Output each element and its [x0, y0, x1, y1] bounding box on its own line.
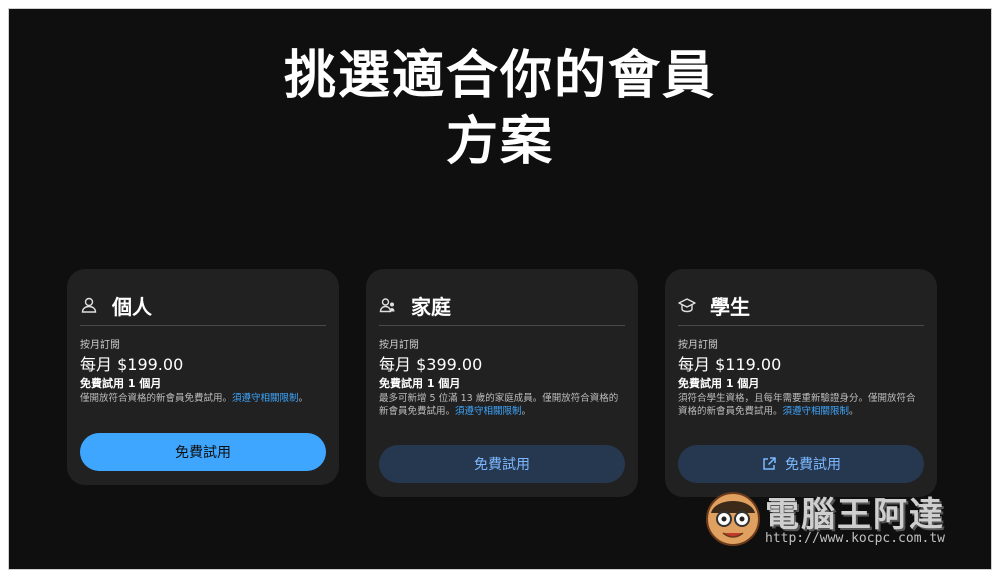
plan-price: 每月 $399.00 — [379, 355, 483, 374]
restrictions-link[interactable]: 須遵守相關限制 — [783, 406, 850, 417]
watermark-brand: 電腦王阿達 — [765, 495, 945, 535]
external-link-icon — [761, 456, 777, 472]
plan-details: 按月訂閱 每月 $199.00 免費試用 1 個月 僅開放符合資格的新會員免費試… — [80, 339, 326, 405]
person-icon — [80, 296, 98, 314]
plan-name: 個人 — [112, 294, 152, 319]
plan-note: 僅開放符合資格的新會員免費試用。須遵守相關限制。 — [80, 392, 326, 405]
family-icon — [379, 296, 397, 314]
divider — [678, 325, 924, 326]
free-trial-button[interactable]: 免費試用 — [80, 433, 326, 471]
plan-price: 每月 $119.00 — [678, 355, 782, 374]
plan-card-header: 家庭 — [379, 283, 625, 327]
watermark: 電腦王阿達 http://www.kocpc.com.tw — [703, 479, 983, 557]
plan-note: 須符合學生資格，且每年需要重新驗證身分。僅開放符合資格的新會員免費試用。須遵守相… — [678, 392, 924, 418]
plan-note-text: 僅開放符合資格的新會員免費試用。 — [80, 393, 233, 404]
plan-note-end: 。 — [521, 406, 532, 417]
free-trial-button-label: 免費試用 — [785, 457, 841, 473]
plan-card-family: 家庭 按月訂閱 每月 $399.00 免費試用 1 個月 最多可新增 5 位滿 … — [366, 269, 638, 497]
plan-name: 學生 — [710, 294, 750, 319]
page-frame: 挑選適合你的會員 方案 個人 按月訂閱 每月 $199.00 免費試用 1 個月… — [8, 8, 992, 570]
page-title: 挑選適合你的會員 方案 — [9, 43, 991, 175]
graduation-cap-icon — [678, 296, 696, 314]
plan-details: 按月訂閱 每月 $119.00 免費試用 1 個月 須符合學生資格，且每年需要重… — [678, 339, 924, 418]
free-trial-button-label: 免費試用 — [175, 445, 231, 461]
billing-period: 按月訂閱 — [379, 340, 419, 351]
page-title-line1: 挑選適合你的會員 — [283, 46, 716, 106]
plan-card-student: 學生 按月訂閱 每月 $119.00 免費試用 1 個月 須符合學生資格，且每年… — [665, 269, 937, 497]
free-trial-button[interactable]: 免費試用 — [678, 445, 924, 483]
plan-note-end: 。 — [298, 393, 309, 404]
restrictions-link[interactable]: 須遵守相關限制 — [455, 406, 522, 417]
trial-text: 免費試用 1 個月 — [678, 377, 760, 390]
trial-text: 免費試用 1 個月 — [379, 377, 461, 390]
plan-details: 按月訂閱 每月 $399.00 免費試用 1 個月 最多可新增 5 位滿 13 … — [379, 339, 625, 418]
plan-price: 每月 $199.00 — [80, 355, 184, 374]
billing-period: 按月訂閱 — [80, 340, 120, 351]
billing-period: 按月訂閱 — [678, 340, 718, 351]
plan-name: 家庭 — [411, 294, 451, 319]
restrictions-link[interactable]: 須遵守相關限制 — [232, 393, 299, 404]
divider — [80, 325, 326, 326]
plan-note: 最多可新增 5 位滿 13 歲的家庭成員。僅開放符合資格的新會員免費試用。須遵守… — [379, 392, 625, 418]
plan-card-header: 個人 — [80, 283, 326, 327]
plan-card-header: 學生 — [678, 283, 924, 327]
free-trial-button-label: 免費試用 — [474, 457, 530, 473]
watermark-url: http://www.kocpc.com.tw — [765, 531, 946, 546]
trial-text: 免費試用 1 個月 — [80, 377, 162, 390]
plan-card-individual: 個人 按月訂閱 每月 $199.00 免費試用 1 個月 僅開放符合資格的新會員… — [67, 269, 339, 485]
mascot-logo — [706, 492, 760, 546]
page-title-line2: 方案 — [445, 112, 554, 172]
plan-note-end: 。 — [849, 406, 859, 417]
divider — [379, 325, 625, 326]
free-trial-button[interactable]: 免費試用 — [379, 445, 625, 483]
